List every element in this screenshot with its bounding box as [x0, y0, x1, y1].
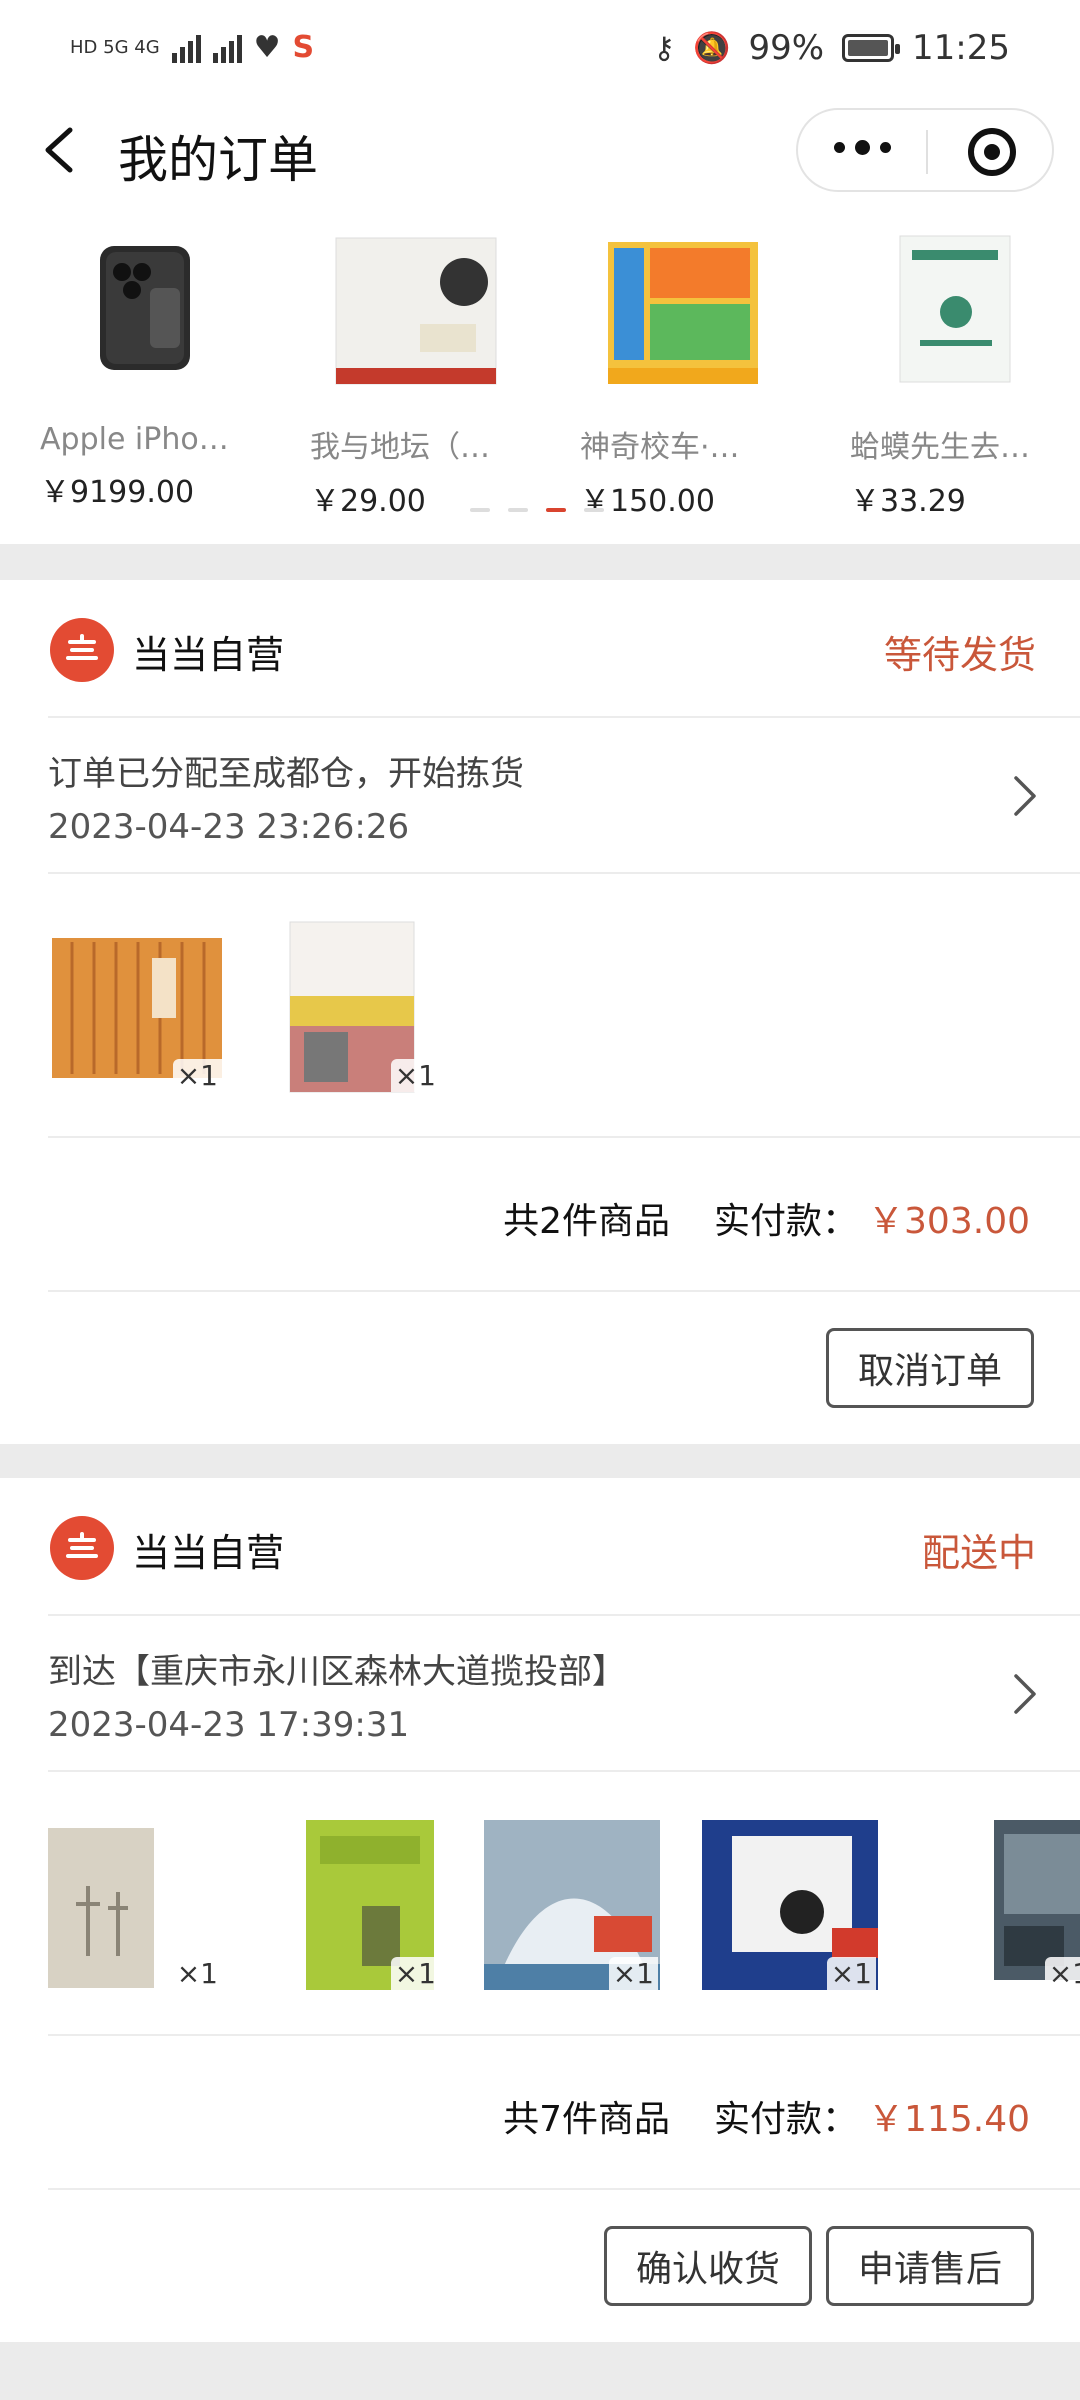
chevron-right-icon[interactable] [1010, 1672, 1040, 1716]
app-notification-icon: ♥ [253, 30, 281, 65]
goods-item[interactable]: ×1 [266, 918, 446, 1096]
dangdang-logo-icon [50, 1516, 114, 1580]
product-image-book-set [608, 242, 758, 384]
goods-count: 共2件商品 [503, 1201, 671, 1242]
goods-item[interactable]: ×1 [484, 1816, 664, 1994]
goods-item[interactable]: ×1 [48, 918, 228, 1096]
pay-label: 实付款： [714, 1201, 859, 1242]
network-indicators: HD 5G 4G ♥ S [70, 30, 314, 65]
reco-name: 蛤蟆先生去… [850, 430, 1030, 465]
order-goods[interactable]: ×1 ×1 ×1 ×1 × [48, 1816, 1080, 1994]
payment: 实付款： ￥303.00 [714, 1192, 1030, 1244]
order-status: 配送中 [921, 1531, 1036, 1575]
dangdang-logo-icon [50, 618, 114, 682]
carousel-indicator [470, 508, 604, 512]
reco-price: ￥150.00 [580, 484, 715, 519]
reco-price: ￥33.29 [850, 484, 966, 519]
goods-count: 共7件商品 [503, 2099, 671, 2140]
goods-quantity: ×1 [390, 1059, 440, 1092]
order-goods[interactable]: ×1 ×1 [48, 918, 484, 1096]
goods-item[interactable]: ×1 [702, 1816, 882, 1994]
divider [48, 1290, 1080, 1292]
battery-icon [842, 34, 901, 62]
tracking-text: 到达【重庆市永川区森林大道揽投部】 [48, 1652, 626, 1692]
tracking-info[interactable]: 到达【重庆市永川区森林大道揽投部】 2023-04-23 17:39:31 [48, 1644, 626, 1745]
order-card[interactable]: 当当自营 等待发货 订单已分配至成都仓，开始拣货 2023-04-23 23:2… [0, 580, 1080, 1444]
confirm-receipt-button[interactable]: 确认收货 [604, 2226, 812, 2306]
product-image-iphone [100, 246, 190, 370]
order-summary: 共7件商品 实付款： ￥115.40 [503, 2090, 1030, 2142]
goods-quantity: ×1 [172, 1059, 222, 1092]
cancel-order-button[interactable]: 取消订单 [826, 1328, 1034, 1408]
reco-name: 我与地坛（… [310, 430, 490, 465]
goods-item[interactable]: ×1 [48, 1816, 228, 1994]
carousel-dot [508, 508, 528, 512]
mini-program-capsule [796, 108, 1054, 192]
reco-item[interactable]: 我与地坛（… ￥29.00 [310, 228, 540, 520]
divider [48, 1136, 1080, 1138]
order-header: 当当自营 配送中 [0, 1478, 1080, 1614]
tracking-info[interactable]: 订单已分配至成都仓，开始拣货 2023-04-23 23:26:26 [48, 746, 524, 847]
recommendation-carousel[interactable]: Apple iPho… ￥9199.00 我与地坛（… ￥29.00 神奇校车·… [0, 200, 1080, 544]
divider [48, 2188, 1080, 2190]
page-title: 我的订单 [118, 131, 318, 189]
goods-quantity: ×1 [608, 1957, 658, 1990]
payment: 实付款： ￥115.40 [714, 2090, 1030, 2142]
pay-amount: ￥303.00 [868, 1201, 1030, 1242]
capsule-divider [926, 130, 928, 174]
carousel-dot-active [546, 508, 566, 512]
reco-item[interactable]: 神奇校车·… ￥150.00 [580, 228, 810, 520]
order-card[interactable]: 当当自营 配送中 到达【重庆市永川区森林大道揽投部】 2023-04-23 17… [0, 1478, 1080, 2342]
more-dots-icon[interactable] [834, 140, 891, 155]
signal-icon [171, 33, 201, 63]
divider [48, 2034, 1080, 2036]
battery-percent: 99% [748, 28, 825, 68]
goods-item[interactable]: ×1 [920, 1816, 1080, 1994]
app-s-icon: S [292, 30, 315, 65]
back-arrow-icon[interactable] [40, 126, 80, 174]
status-bar: HD 5G 4G ♥ S ⚷ 🔕 99% 11:25 [0, 0, 1080, 100]
divider [48, 1614, 1080, 1616]
nav-bar: 我的订单 [0, 100, 1080, 200]
order-summary: 共2件商品 实付款： ￥303.00 [503, 1192, 1030, 1244]
tracking-text: 订单已分配至成都仓，开始拣货 [48, 754, 524, 794]
shop-name: 当当自营 [132, 1531, 285, 1575]
order-status: 等待发货 [883, 633, 1036, 677]
goods-quantity: ×1 [1044, 1957, 1080, 1990]
network-label: HD 5G 4G [70, 37, 160, 58]
key-icon: ⚷ [653, 30, 676, 66]
reco-name: Apple iPho… [40, 422, 229, 457]
divider [48, 1770, 1080, 1772]
pay-amount: ￥115.40 [868, 2099, 1030, 2140]
reco-item[interactable]: 蛤蟆先生去… ￥33.29 [850, 228, 1080, 520]
signal-2-icon [212, 33, 242, 63]
goods-quantity: ×1 [172, 1957, 222, 1990]
order-header: 当当自营 等待发货 [0, 580, 1080, 716]
tracking-time: 2023-04-23 17:39:31 [48, 1705, 410, 1745]
system-indicators: ⚷ 🔕 99% 11:25 [653, 28, 1010, 68]
after-sales-button[interactable]: 申请售后 [826, 2226, 1034, 2306]
pay-label: 实付款： [714, 2099, 859, 2140]
product-image-book [335, 237, 497, 385]
product-image-book-green [899, 235, 1011, 383]
close-target-icon[interactable] [968, 128, 1016, 176]
goods-quantity: ×1 [826, 1957, 876, 1990]
reco-price: ￥9199.00 [40, 475, 195, 510]
carousel-dot [470, 508, 490, 512]
divider [48, 872, 1080, 874]
reco-name: 神奇校车·… [580, 430, 740, 465]
reco-item[interactable]: Apple iPho… ￥9199.00 [40, 228, 270, 511]
divider [48, 716, 1080, 718]
carousel-dot [584, 508, 604, 512]
reco-price: ￥29.00 [310, 484, 426, 519]
clock: 11:25 [912, 28, 1010, 68]
mute-bell-icon: 🔕 [693, 30, 731, 66]
goods-item[interactable]: ×1 [266, 1816, 446, 1994]
shop-name: 当当自营 [132, 633, 285, 677]
chevron-right-icon[interactable] [1010, 774, 1040, 818]
tracking-time: 2023-04-23 23:26:26 [48, 807, 410, 847]
goods-quantity: ×1 [390, 1957, 440, 1990]
